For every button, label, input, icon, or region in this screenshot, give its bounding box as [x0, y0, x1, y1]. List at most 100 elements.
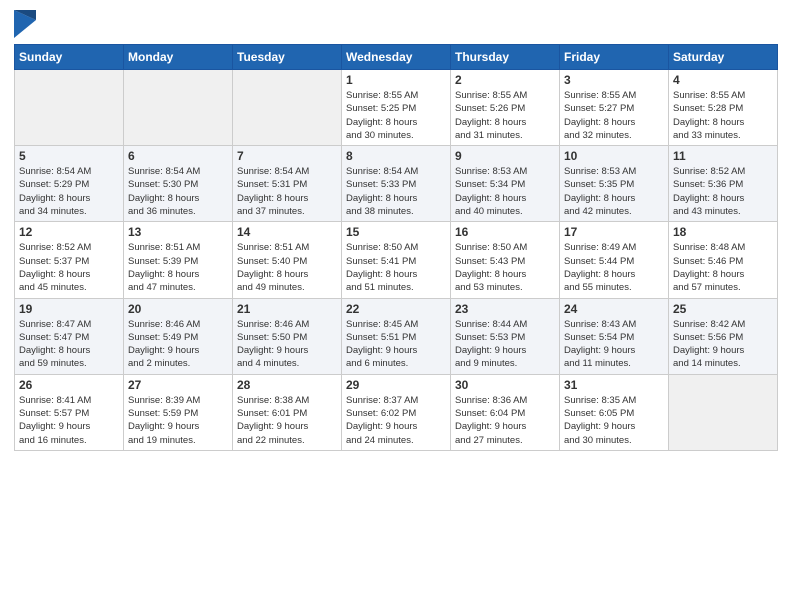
- calendar-cell: 13Sunrise: 8:51 AMSunset: 5:39 PMDayligh…: [124, 222, 233, 298]
- day-number: 11: [673, 149, 773, 163]
- day-info: Sunrise: 8:46 AMSunset: 5:50 PMDaylight:…: [237, 318, 337, 371]
- calendar-cell: 31 Sunrise: 8:35 AMSunset: 6:05 PMDayligh…: [560, 374, 669, 450]
- calendar-cell: 26 Sunrise: 8:41 AMSunset: 5:57 PMDayligh…: [15, 374, 124, 450]
- calendar-cell: 15 Sunrise: 8:50 AMSunset: 5:41 PMDayligh…: [342, 222, 451, 298]
- calendar-cell: 28 Sunrise: 8:38 AMSunset: 6:01 PMDayligh…: [233, 374, 342, 450]
- day-number: 9: [455, 149, 555, 163]
- day-info: Sunrise: 8:54 AMSunset: 5:33 PMDaylight:…: [346, 165, 446, 218]
- weekday-header-wednesday: Wednesday: [342, 45, 451, 70]
- day-number: 26: [19, 378, 119, 392]
- day-number: 2: [455, 73, 555, 87]
- weekday-header-thursday: Thursday: [451, 45, 560, 70]
- day-info: Sunrise: 8:53 AMSunset: 5:34 PMDaylight:…: [455, 165, 555, 218]
- day-info: Sunrise: 8:51 AMSunset: 5:40 PMDaylight:…: [237, 241, 337, 294]
- day-info: Sunrise: 8:50 AMSunset: 5:43 PMDaylight:…: [455, 241, 555, 294]
- day-info: Sunrise: 8:54 AMSunset: 5:31 PMDaylight:…: [237, 165, 337, 218]
- day-number: 3: [564, 73, 664, 87]
- calendar-cell: 19 Sunrise: 8:47 AMSunset: 5:47 PMDayligh…: [15, 298, 124, 374]
- calendar-cell: 25 Sunrise: 8:42 AMSunset: 5:56 PMDayligh…: [669, 298, 778, 374]
- calendar-cell: 10Sunrise: 8:53 AMSunset: 5:35 PMDayligh…: [560, 146, 669, 222]
- calendar-cell: 24Sunrise: 8:43 AMSunset: 5:54 PMDayligh…: [560, 298, 669, 374]
- calendar-cell: 16Sunrise: 8:50 AMSunset: 5:43 PMDayligh…: [451, 222, 560, 298]
- weekday-header-monday: Monday: [124, 45, 233, 70]
- day-info: Sunrise: 8:47 AMSunset: 5:47 PMDaylight:…: [19, 318, 119, 371]
- day-info: Sunrise: 8:55 AMSunset: 5:25 PMDaylight:…: [346, 89, 446, 142]
- day-number: 29: [346, 378, 446, 392]
- day-info: Sunrise: 8:36 AMSunset: 6:04 PMDaylight:…: [455, 394, 555, 447]
- calendar-cell: [15, 70, 124, 146]
- day-number: 28: [237, 378, 337, 392]
- calendar-cell: [233, 70, 342, 146]
- day-info: Sunrise: 8:52 AMSunset: 5:36 PMDaylight:…: [673, 165, 773, 218]
- day-info: Sunrise: 8:46 AMSunset: 5:49 PMDaylight:…: [128, 318, 228, 371]
- day-number: 25: [673, 302, 773, 316]
- day-number: 22: [346, 302, 446, 316]
- day-info: Sunrise: 8:54 AMSunset: 5:30 PMDaylight:…: [128, 165, 228, 218]
- calendar-week-3: 12Sunrise: 8:52 AMSunset: 5:37 PMDayligh…: [15, 222, 778, 298]
- day-info: Sunrise: 8:55 AMSunset: 5:28 PMDaylight:…: [673, 89, 773, 142]
- day-info: Sunrise: 8:55 AMSunset: 5:27 PMDaylight:…: [564, 89, 664, 142]
- day-info: Sunrise: 8:39 AMSunset: 5:59 PMDaylight:…: [128, 394, 228, 447]
- day-number: 19: [19, 302, 119, 316]
- calendar-cell: 11 Sunrise: 8:52 AMSunset: 5:36 PMDayligh…: [669, 146, 778, 222]
- day-number: 1: [346, 73, 446, 87]
- calendar-cell: 18 Sunrise: 8:48 AMSunset: 5:46 PMDayligh…: [669, 222, 778, 298]
- calendar-table: SundayMondayTuesdayWednesdayThursdayFrid…: [14, 44, 778, 451]
- day-number: 7: [237, 149, 337, 163]
- page: SundayMondayTuesdayWednesdayThursdayFrid…: [0, 0, 792, 612]
- weekday-header-saturday: Saturday: [669, 45, 778, 70]
- day-number: 18: [673, 225, 773, 239]
- day-number: 8: [346, 149, 446, 163]
- day-info: Sunrise: 8:43 AMSunset: 5:54 PMDaylight:…: [564, 318, 664, 371]
- day-info: Sunrise: 8:49 AMSunset: 5:44 PMDaylight:…: [564, 241, 664, 294]
- calendar-cell: 1 Sunrise: 8:55 AMSunset: 5:25 PMDaylight…: [342, 70, 451, 146]
- calendar-cell: 2 Sunrise: 8:55 AMSunset: 5:26 PMDaylight…: [451, 70, 560, 146]
- day-info: Sunrise: 8:38 AMSunset: 6:01 PMDaylight:…: [237, 394, 337, 447]
- day-number: 10: [564, 149, 664, 163]
- day-info: Sunrise: 8:45 AMSunset: 5:51 PMDaylight:…: [346, 318, 446, 371]
- calendar-cell: 12Sunrise: 8:52 AMSunset: 5:37 PMDayligh…: [15, 222, 124, 298]
- day-info: Sunrise: 8:50 AMSunset: 5:41 PMDaylight:…: [346, 241, 446, 294]
- calendar-cell: [124, 70, 233, 146]
- day-info: Sunrise: 8:41 AMSunset: 5:57 PMDaylight:…: [19, 394, 119, 447]
- day-number: 21: [237, 302, 337, 316]
- calendar-week-2: 5 Sunrise: 8:54 AMSunset: 5:29 PMDaylight…: [15, 146, 778, 222]
- day-info: Sunrise: 8:42 AMSunset: 5:56 PMDaylight:…: [673, 318, 773, 371]
- calendar-cell: 5 Sunrise: 8:54 AMSunset: 5:29 PMDaylight…: [15, 146, 124, 222]
- day-info: Sunrise: 8:48 AMSunset: 5:46 PMDaylight:…: [673, 241, 773, 294]
- day-number: 31: [564, 378, 664, 392]
- day-number: 15: [346, 225, 446, 239]
- day-number: 5: [19, 149, 119, 163]
- calendar-week-5: 26 Sunrise: 8:41 AMSunset: 5:57 PMDayligh…: [15, 374, 778, 450]
- calendar-week-4: 19 Sunrise: 8:47 AMSunset: 5:47 PMDayligh…: [15, 298, 778, 374]
- day-info: Sunrise: 8:37 AMSunset: 6:02 PMDaylight:…: [346, 394, 446, 447]
- calendar-cell: 14Sunrise: 8:51 AMSunset: 5:40 PMDayligh…: [233, 222, 342, 298]
- calendar-cell: 23 Sunrise: 8:44 AMSunset: 5:53 PMDayligh…: [451, 298, 560, 374]
- day-info: Sunrise: 8:51 AMSunset: 5:39 PMDaylight:…: [128, 241, 228, 294]
- calendar-cell: 20Sunrise: 8:46 AMSunset: 5:49 PMDayligh…: [124, 298, 233, 374]
- day-info: Sunrise: 8:52 AMSunset: 5:37 PMDaylight:…: [19, 241, 119, 294]
- day-info: Sunrise: 8:54 AMSunset: 5:29 PMDaylight:…: [19, 165, 119, 218]
- weekday-header-friday: Friday: [560, 45, 669, 70]
- day-info: Sunrise: 8:35 AMSunset: 6:05 PMDaylight:…: [564, 394, 664, 447]
- weekday-header-sunday: Sunday: [15, 45, 124, 70]
- weekday-header-tuesday: Tuesday: [233, 45, 342, 70]
- day-info: Sunrise: 8:44 AMSunset: 5:53 PMDaylight:…: [455, 318, 555, 371]
- calendar-cell: 9 Sunrise: 8:53 AMSunset: 5:34 PMDaylight…: [451, 146, 560, 222]
- day-number: 17: [564, 225, 664, 239]
- calendar-cell: 29 Sunrise: 8:37 AMSunset: 6:02 PMDayligh…: [342, 374, 451, 450]
- calendar-cell: 4 Sunrise: 8:55 AMSunset: 5:28 PMDaylight…: [669, 70, 778, 146]
- calendar-cell: 7 Sunrise: 8:54 AMSunset: 5:31 PMDaylight…: [233, 146, 342, 222]
- calendar-cell: 30 Sunrise: 8:36 AMSunset: 6:04 PMDayligh…: [451, 374, 560, 450]
- header: [14, 10, 778, 38]
- day-number: 6: [128, 149, 228, 163]
- calendar-cell: 17 Sunrise: 8:49 AMSunset: 5:44 PMDayligh…: [560, 222, 669, 298]
- calendar-cell: [669, 374, 778, 450]
- day-number: 23: [455, 302, 555, 316]
- calendar-cell: 22 Sunrise: 8:45 AMSunset: 5:51 PMDayligh…: [342, 298, 451, 374]
- day-info: Sunrise: 8:55 AMSunset: 5:26 PMDaylight:…: [455, 89, 555, 142]
- day-number: 30: [455, 378, 555, 392]
- day-number: 4: [673, 73, 773, 87]
- logo: [14, 10, 38, 38]
- calendar-cell: 3 Sunrise: 8:55 AMSunset: 5:27 PMDaylight…: [560, 70, 669, 146]
